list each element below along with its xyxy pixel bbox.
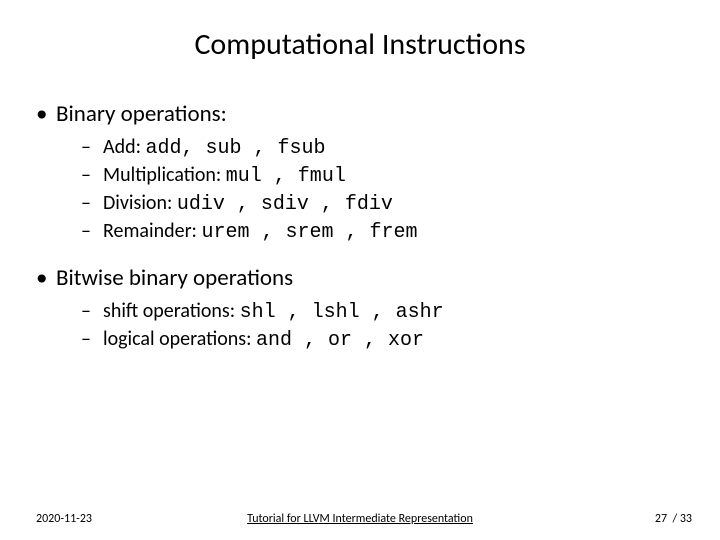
subitem-add: –Add: add, sub , fsub xyxy=(81,134,444,162)
subitem-div: –Division: udiv , sdiv , fdiv xyxy=(81,190,444,218)
subitem-label: Remainder: xyxy=(103,219,197,243)
subitem-mul: –Multiplication: mul , fmul xyxy=(81,162,444,190)
subitem-codes: udiv , sdiv , fdiv xyxy=(177,193,393,216)
bullet-text: Bitwise binary operations xyxy=(56,264,293,292)
subitem-label: Multiplication: xyxy=(103,163,221,187)
subitem-label: Division: xyxy=(103,191,172,215)
bullet-bitwise-ops: •Bitwise binary operations xyxy=(36,264,444,292)
slide-title: Computational Instructions xyxy=(0,26,720,63)
slide: Computational Instructions •Binary opera… xyxy=(0,0,720,540)
dash-icon: – xyxy=(81,190,103,216)
bullet-dot-icon: • xyxy=(36,264,56,292)
dash-icon: – xyxy=(81,134,103,160)
subitem-logical: –logical operations: and , or , xor xyxy=(81,326,444,354)
slide-content: •Binary operations: –Add: add, sub , fsu… xyxy=(36,100,444,354)
footer-subtitle: Tutorial for LLVM Intermediate Represent… xyxy=(0,512,720,526)
dash-icon: – xyxy=(81,162,103,188)
bullet-text: Binary operations: xyxy=(56,100,227,128)
subitem-shift: –shift operations: shl , lshl , ashr xyxy=(81,298,444,326)
subitem-label: Add: xyxy=(103,135,141,159)
dash-icon: – xyxy=(81,326,103,352)
page-current: 27 xyxy=(655,512,667,526)
subitem-codes: urem , srem , frem xyxy=(201,221,417,244)
dash-icon: – xyxy=(81,218,103,244)
page-total: 33 xyxy=(680,512,692,526)
bullet-dot-icon: • xyxy=(36,100,56,128)
page-sep: / xyxy=(667,512,680,526)
footer: 2020-11-23 Tutorial for LLVM Intermediat… xyxy=(0,506,720,526)
footer-page: 27 / 33 xyxy=(655,512,692,526)
subitem-label: logical operations: xyxy=(103,327,251,351)
subitem-label: shift operations: xyxy=(103,299,235,323)
subitem-rem: –Remainder: urem , srem , frem xyxy=(81,218,444,246)
bullet-binary-ops: •Binary operations: xyxy=(36,100,444,128)
subitem-codes: mul , fmul xyxy=(226,165,346,188)
subitem-codes: shl , lshl , ashr xyxy=(240,301,444,324)
dash-icon: – xyxy=(81,298,103,324)
subitem-codes: add, sub , fsub xyxy=(145,137,325,160)
subitem-codes: and , or , xor xyxy=(256,329,424,352)
